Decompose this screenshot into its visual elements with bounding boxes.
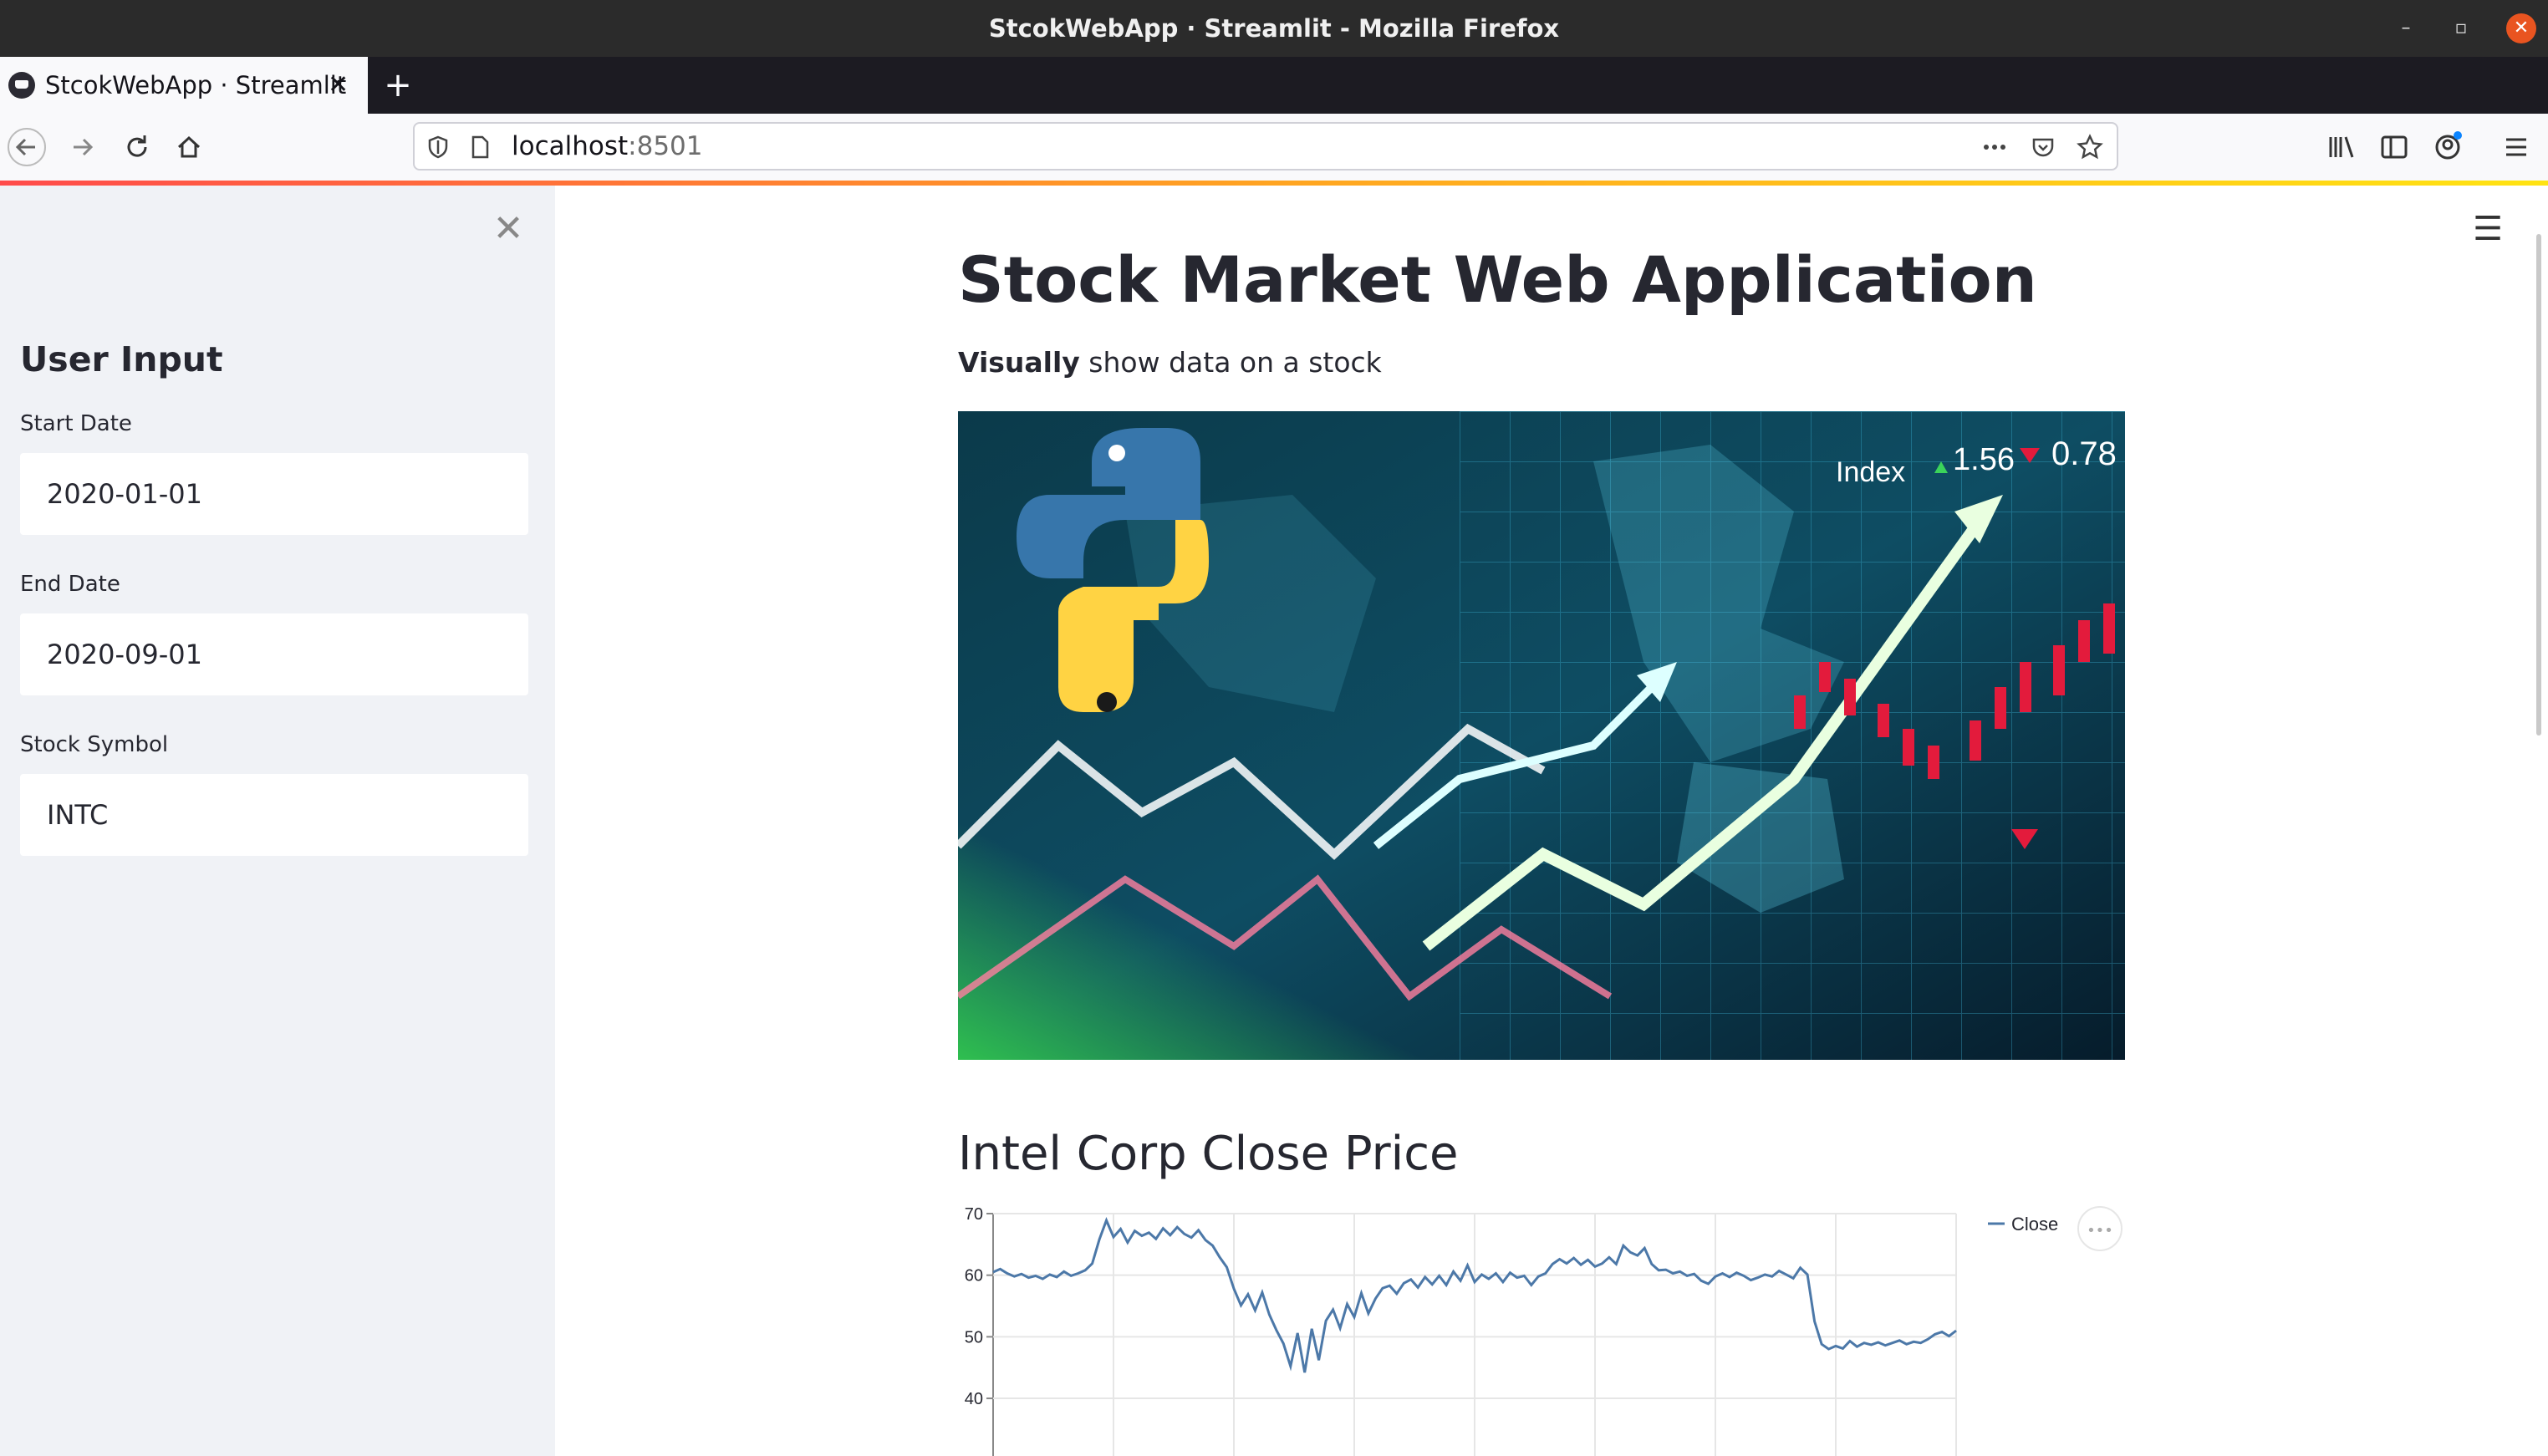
page-icon (471, 135, 489, 159)
app-menu-icon[interactable] (2496, 127, 2536, 167)
hero-up-value: 1.56 (1953, 442, 2015, 477)
chart-y-tick-label: 70 (965, 1205, 983, 1224)
close-window-button[interactable]: ✕ (2506, 13, 2536, 43)
maximize-button[interactable]: ▫ (2448, 15, 2474, 42)
chart-y-tick-label: 60 (965, 1267, 983, 1285)
account-icon[interactable] (2428, 127, 2468, 167)
close-price-chart[interactable]: 40 50 60 70 Close ••• (958, 1197, 2132, 1456)
pocket-icon[interactable] (2030, 134, 2056, 160)
page-title: Stock Market Web Application (958, 242, 2037, 317)
forward-icon[interactable] (62, 127, 102, 167)
end-date-input[interactable]: 2020-09-01 (20, 613, 528, 695)
hero-image: Index 1.56 0.78 (958, 411, 2125, 1060)
window-titlebar: StcokWebApp · Streamlit - Mozilla Firefo… (0, 0, 2548, 57)
chart-y-axis: 40 50 60 70 (965, 1205, 993, 1408)
subtitle-bold: Visually (958, 346, 1080, 379)
tab-streamlit[interactable]: StcokWebApp · Streamlit ✕ (0, 57, 368, 114)
tab-close-icon[interactable]: ✕ (328, 57, 349, 114)
chart-actions-icon: ••• (2087, 1222, 2113, 1240)
hero-down-value: 0.78 (2051, 435, 2117, 472)
hero-index-label: Index (1836, 456, 1905, 488)
streamlit-menu-button[interactable]: ☰ (2473, 212, 2503, 246)
stock-symbol-input[interactable]: INTC (20, 774, 528, 856)
url-host: localhost (512, 131, 629, 161)
tab-label: StcokWebApp · Streamlit (45, 71, 347, 99)
chart-title: Intel Corp Close Price (958, 1127, 1459, 1181)
scrollbar[interactable] (2536, 234, 2541, 736)
reload-icon[interactable] (117, 127, 157, 167)
more-icon[interactable] (1980, 134, 2010, 160)
sidebar-heading: User Input (20, 339, 223, 379)
home-icon[interactable] (169, 127, 209, 167)
navigation-bar: localhost:8501 (0, 114, 2548, 181)
streamlit-favicon-icon (8, 72, 35, 99)
chart-grid (992, 1213, 1957, 1456)
window-title: StcokWebApp · Streamlit - Mozilla Firefo… (988, 14, 1560, 43)
start-date-label: Start Date (20, 411, 132, 436)
library-icon[interactable] (2321, 127, 2361, 167)
minimize-button[interactable]: – (2393, 15, 2419, 42)
star-icon[interactable] (2077, 134, 2103, 160)
url-bar[interactable]: localhost:8501 (413, 122, 2118, 171)
shield-icon[interactable] (425, 134, 451, 160)
page-subtitle: Visually show data on a stock (958, 346, 1382, 379)
stock-symbol-label: Stock Symbol (20, 732, 169, 757)
sidebar-close-button[interactable]: ✕ (490, 211, 527, 247)
url-port: :8501 (628, 131, 703, 161)
new-tab-button[interactable]: + (378, 57, 418, 114)
tab-strip: StcokWebApp · Streamlit ✕ + (0, 57, 2548, 114)
chart-y-tick-label: 50 (965, 1328, 983, 1347)
sidebar: ✕ User Input Start Date 2020-01-01 End D… (0, 186, 555, 1456)
url-text[interactable]: localhost:8501 (512, 124, 703, 169)
subtitle-rest: show data on a stock (1079, 346, 1382, 379)
start-date-input[interactable]: 2020-01-01 (20, 453, 528, 535)
back-icon[interactable] (7, 127, 47, 167)
chart-y-tick-label: 40 (965, 1390, 983, 1408)
sidebar-icon[interactable] (2374, 127, 2414, 167)
end-date-label: End Date (20, 572, 120, 597)
hero-glow (958, 762, 1543, 1060)
legend-close-label: Close (2011, 1214, 2058, 1235)
